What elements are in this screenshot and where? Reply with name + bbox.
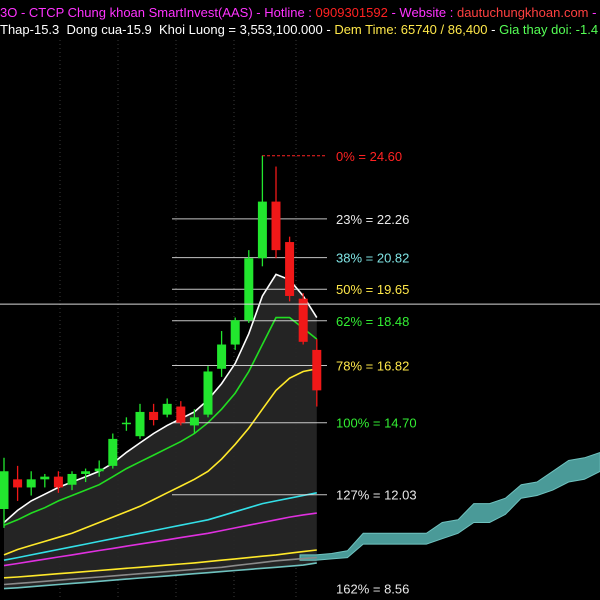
fib-label: 0% = 24.60 xyxy=(336,149,402,164)
candle-body xyxy=(67,473,77,485)
price-change: Gia thay doi: -1.4 (-8 xyxy=(499,22,600,37)
candle-body xyxy=(121,422,131,425)
header-prefix: 3O - xyxy=(0,5,29,20)
candle-body xyxy=(13,479,23,488)
candle-body xyxy=(0,471,9,510)
candle-body xyxy=(108,438,118,466)
website-link[interactable]: dautuchungkhoan.com xyxy=(457,5,589,20)
header-sep-1: - xyxy=(252,5,265,20)
fib-label: 162% = 8.56 xyxy=(336,581,409,596)
time-counter: Dem Time: 65740 / 86,400 xyxy=(334,22,488,37)
candle-body xyxy=(162,403,172,415)
fib-label: 100% = 14.70 xyxy=(336,416,417,431)
hotline-label: Hotline : xyxy=(264,5,316,20)
candle-body xyxy=(312,349,322,391)
candle-body xyxy=(176,406,186,423)
fib-label: 78% = 16.82 xyxy=(336,359,409,374)
candle-body xyxy=(26,479,36,488)
candle-body xyxy=(53,476,63,488)
price-chart[interactable]: 0% = 24.60 23% = 22.26 38% = 20.82 50% = 19… xyxy=(0,0,600,600)
header-sep-3: - xyxy=(588,5,600,20)
volume: Khoi Luong = 3,553,100.000 xyxy=(159,22,323,37)
fib-label: 38% = 20.82 xyxy=(336,251,409,266)
candle-body xyxy=(94,468,104,472)
fib-label: 62% = 18.48 xyxy=(336,314,409,329)
header-sep-2: - xyxy=(387,5,400,20)
candle-body xyxy=(135,411,145,437)
header-line-2: Thap-15.3 Dong cua-15.9 Khoi Luong = 3,5… xyxy=(0,21,600,39)
header-dash-2: - xyxy=(487,22,500,37)
candle-body xyxy=(203,371,213,415)
header-line-1: 3O - CTCP Chung khoan SmartInvest(AAS) -… xyxy=(0,4,600,22)
close-price: Dong cua-15.9 xyxy=(66,22,152,37)
candle-body xyxy=(257,201,267,259)
candle-body xyxy=(298,298,308,342)
candle-body xyxy=(40,476,50,480)
fib-label: 50% = 19.65 xyxy=(336,282,409,297)
fib-label: 23% = 22.26 xyxy=(336,212,409,227)
candle-body xyxy=(244,258,254,321)
header-company: CTCP Chung khoan SmartInvest(AAS) xyxy=(28,5,253,20)
header-dash-1: - xyxy=(322,22,335,37)
candle-body xyxy=(81,471,91,474)
candle-body xyxy=(285,242,295,296)
candle-body xyxy=(271,201,281,251)
website-label: Website : xyxy=(399,5,457,20)
candle-body xyxy=(189,417,199,426)
candle-body xyxy=(230,320,240,345)
candle-body xyxy=(217,344,227,369)
low-price: Thap-15.3 xyxy=(0,22,60,37)
candle-body xyxy=(149,411,159,421)
hotline-number[interactable]: 0909301592 xyxy=(316,5,388,20)
fib-label: 127% = 12.03 xyxy=(336,488,417,503)
